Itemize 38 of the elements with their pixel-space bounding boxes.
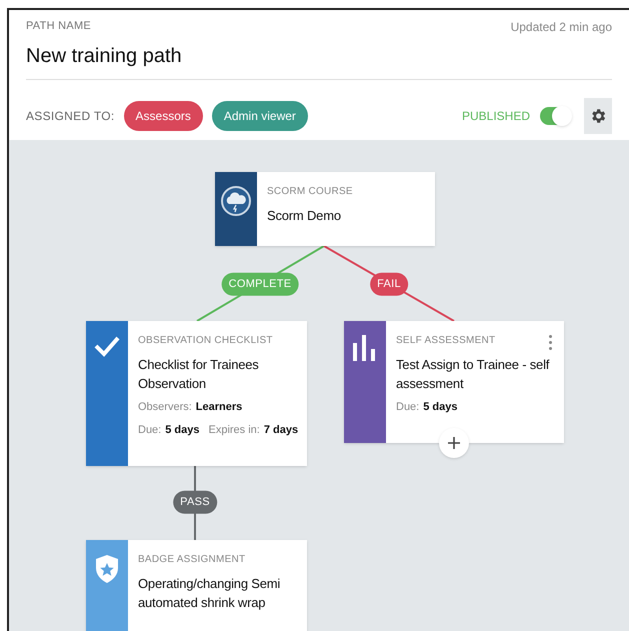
node-title: Checklist for Trainees Observation bbox=[138, 356, 260, 393]
assignee-tag[interactable]: Assessors bbox=[124, 100, 203, 130]
more-menu-button[interactable] bbox=[547, 333, 554, 352]
node-title: Scorm Demo bbox=[267, 207, 342, 225]
detail-label: Expires in: bbox=[208, 422, 260, 438]
detail-value: 5 days bbox=[423, 400, 458, 415]
shield-star-icon bbox=[94, 554, 120, 584]
detail-label: Due: bbox=[396, 400, 420, 415]
field-label: PATH NAME bbox=[26, 19, 92, 34]
node-title: Operating/changing Semi automated shrink wrap bbox=[138, 575, 282, 612]
detail-value: 5 days bbox=[165, 422, 200, 438]
node-type: BADGE ASSIGNMENT bbox=[138, 553, 246, 567]
node-card[interactable]: OBSERVATION CHECKLIST Checklist for Trainees Observation Observers: Learners Due: 5 days Expires in: 7 days bbox=[86, 321, 307, 466]
plus-icon bbox=[448, 437, 460, 449]
add-button[interactable] bbox=[439, 428, 469, 458]
detail-value: Learners bbox=[196, 400, 242, 415]
assigned-label: ASSIGNED TO: bbox=[26, 108, 115, 124]
bar-chart-icon bbox=[353, 335, 377, 361]
node-title: Test Assign to Trainee - self assessment bbox=[396, 356, 550, 393]
edge-label: COMPLETE bbox=[222, 272, 298, 296]
edge-label: FAIL bbox=[370, 272, 408, 296]
edge-label: PASS bbox=[173, 490, 217, 514]
published-label: PUBLISHED bbox=[462, 108, 530, 124]
publish-toggle[interactable] bbox=[540, 106, 570, 124]
node-card[interactable]: SELF ASSESSMENT Test Assign to Trainee - self assessment Due: 5 days bbox=[344, 321, 564, 443]
node-card[interactable]: SCORM COURSE Scorm Demo bbox=[215, 172, 435, 246]
node-type: SCORM COURSE bbox=[267, 185, 353, 199]
detail-label: Observers: bbox=[138, 400, 192, 415]
node-card[interactable]: BADGE ASSIGNMENT Operating/changing Semi automated shrink wrap bbox=[86, 540, 307, 631]
checkmark-icon bbox=[94, 335, 120, 357]
path-title: New training path bbox=[26, 44, 182, 68]
detail-label: Due: bbox=[138, 422, 162, 438]
node-type: SELF ASSESSMENT bbox=[396, 334, 496, 348]
updated-time: Updated 2 min ago bbox=[510, 19, 612, 36]
node-type: OBSERVATION CHECKLIST bbox=[138, 334, 273, 348]
cloud-globe-icon bbox=[221, 186, 251, 216]
settings-button[interactable] bbox=[584, 98, 612, 134]
detail-value: 7 days bbox=[264, 422, 298, 438]
